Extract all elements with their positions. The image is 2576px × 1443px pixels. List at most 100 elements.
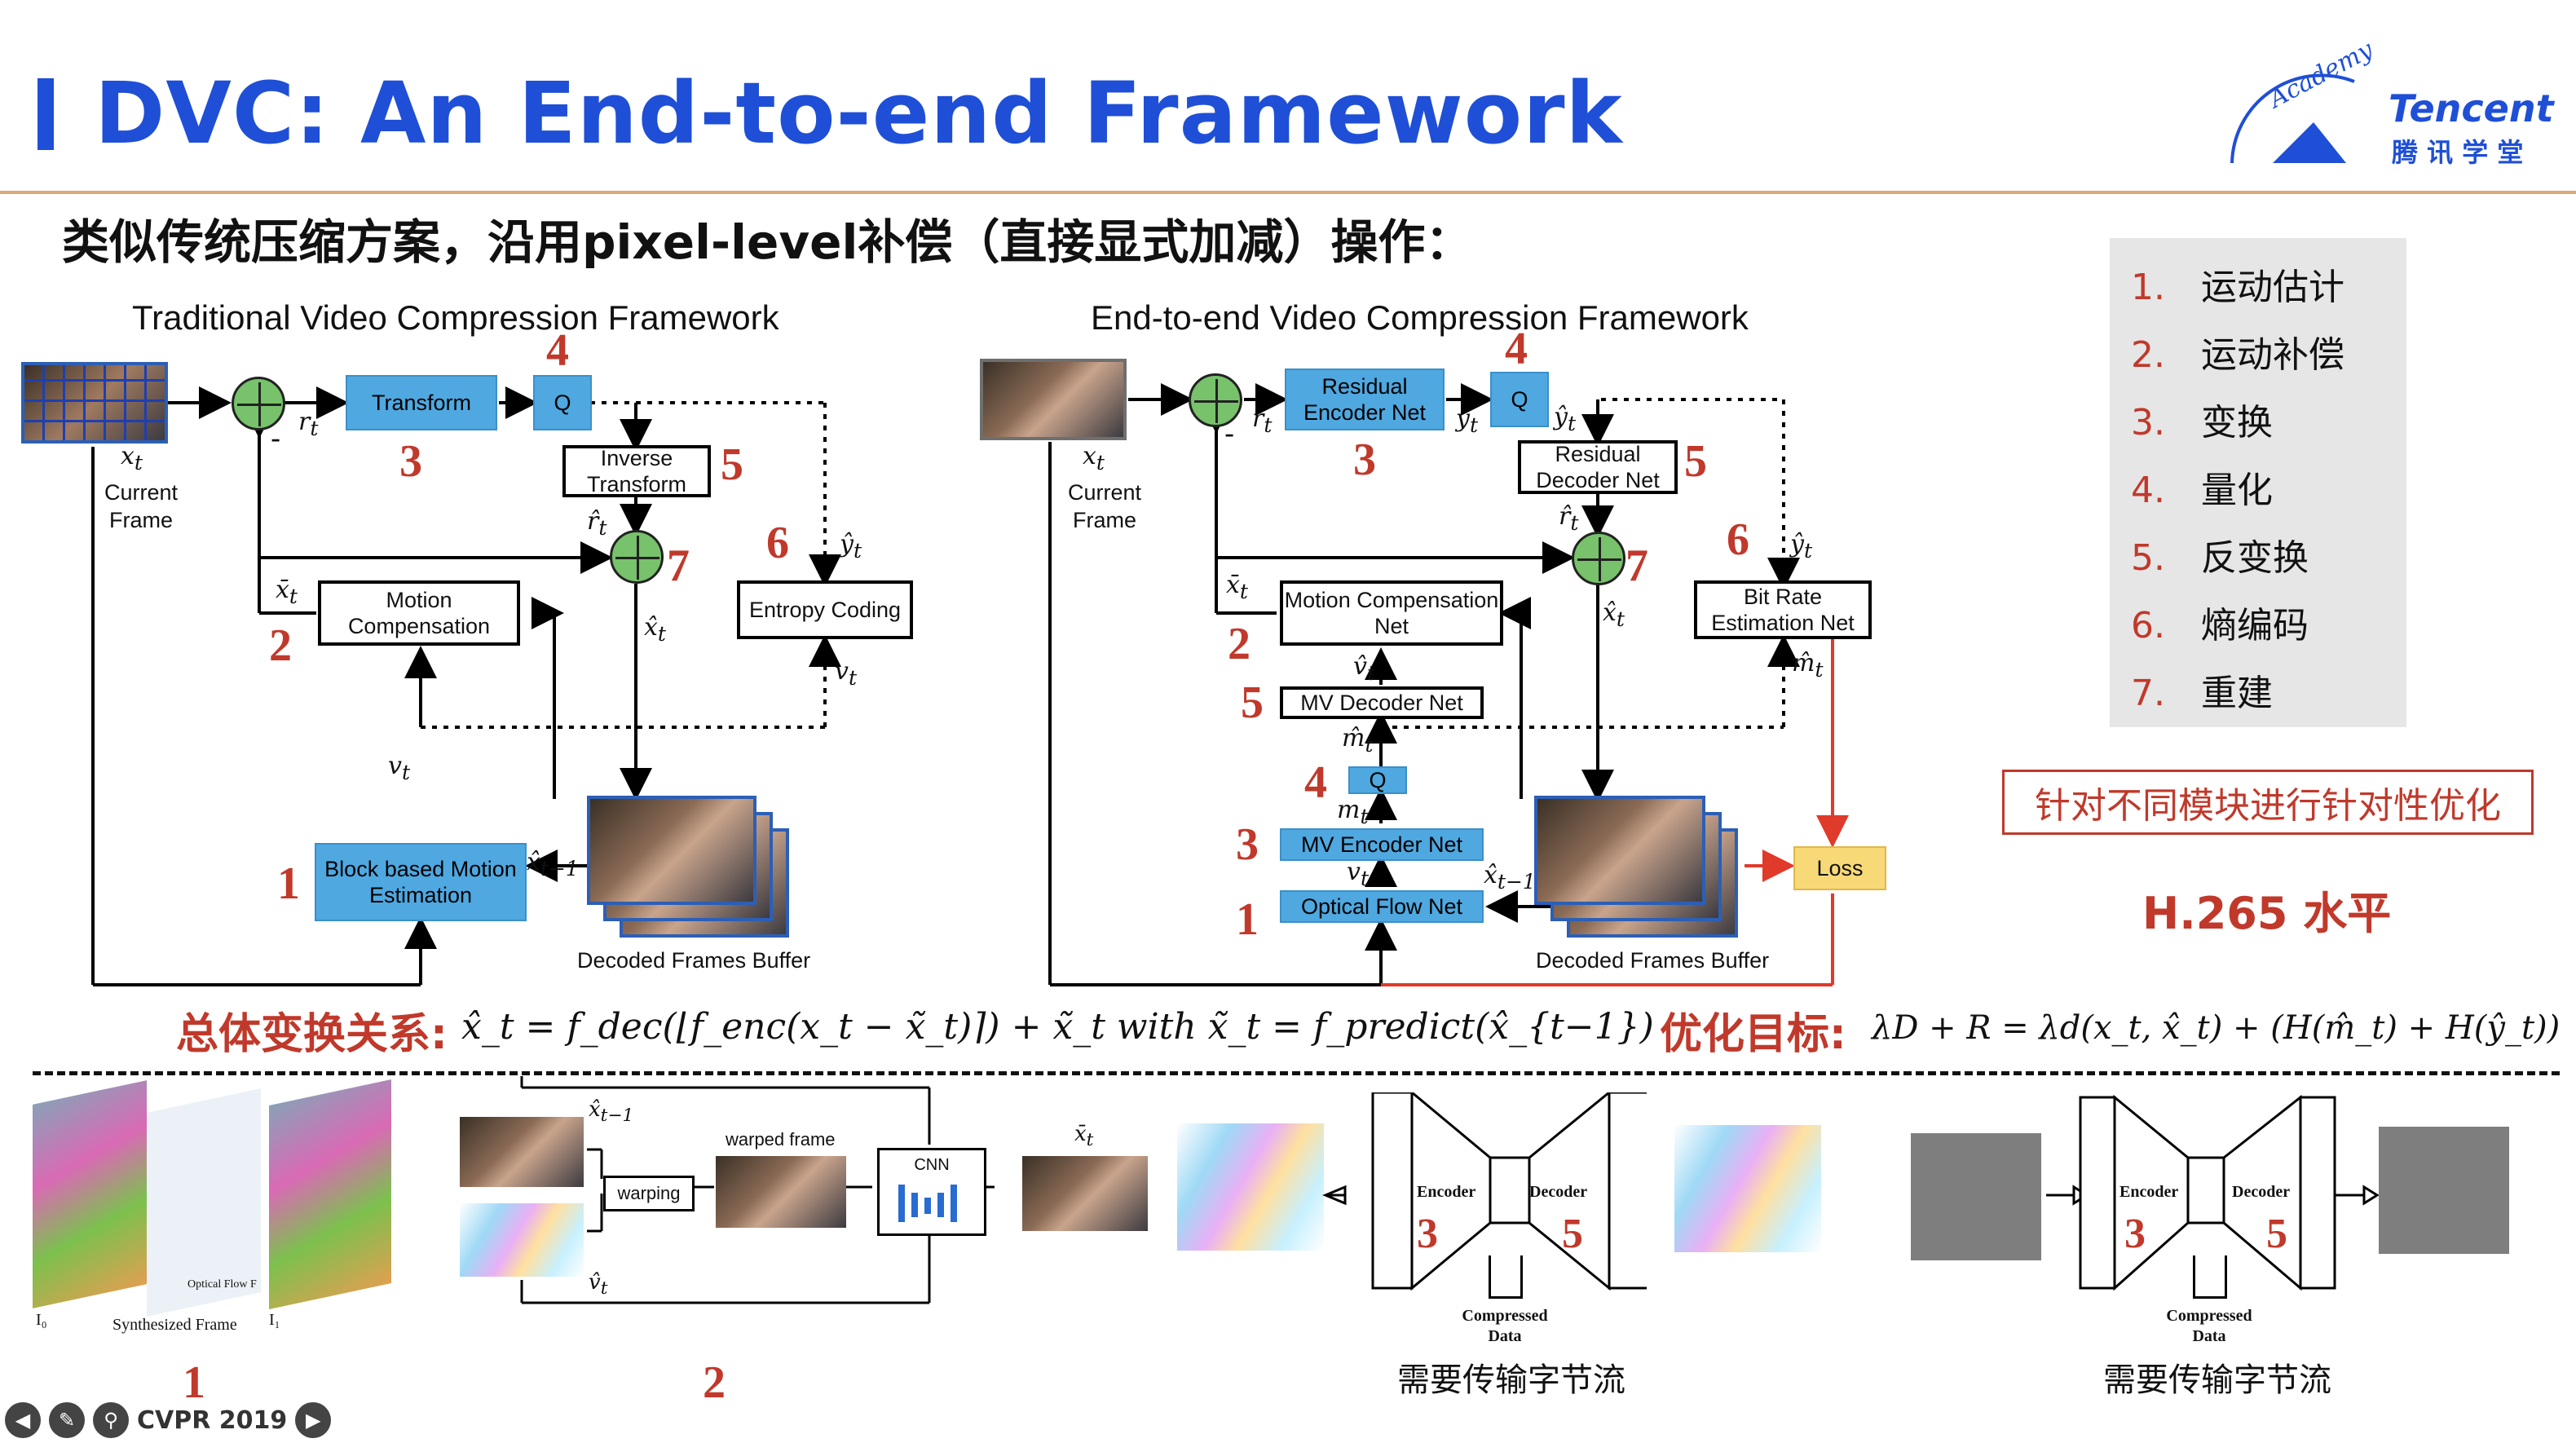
left-v-t-entropy-label: vt	[835, 657, 857, 690]
right-x-hat-label: x̂t	[1603, 598, 1625, 631]
residual-output-image	[2379, 1127, 2509, 1254]
left-step-5: 5	[721, 439, 743, 490]
left-x-bar-label: x̄t	[276, 576, 298, 608]
right-m-hat-label: m̂t	[1342, 724, 1374, 757]
flow-compressed-label: Compressed Data	[1462, 1307, 1548, 1345]
right-step-7: 7	[1625, 541, 1648, 591]
loss-box: Loss	[1793, 846, 1886, 890]
zoom-icon[interactable]: ⚲	[93, 1402, 129, 1438]
right-motion-compensation-box: Motion Compensation Net	[1280, 580, 1503, 646]
warping-box: warping	[603, 1176, 695, 1211]
left-quantize-box: Q	[533, 375, 592, 430]
bottom-synth-caption: Synthesized Frame	[112, 1316, 237, 1334]
left-step-1: 1	[277, 858, 300, 909]
cnn-layers-icon	[898, 1185, 957, 1222]
right-diagram-title: End-to-end Video Compression Framework	[1091, 298, 1749, 337]
right-step-3-mv: 3	[1236, 819, 1259, 870]
left-motion-compensation-box: Motion Compensation	[318, 580, 520, 646]
flow-down-arrow-icon	[1489, 1255, 1523, 1299]
right-bit-rate-box: Bit Rate Estimation Net	[1694, 580, 1872, 639]
warp-input-frame	[460, 1117, 584, 1187]
right-step-2: 2	[1228, 619, 1251, 669]
right-step-4: 4	[1505, 324, 1528, 374]
step-item-2: 2. 运动补偿	[2131, 334, 2344, 376]
right-buffer-label: Decoded Frames Buffer	[1536, 948, 1770, 973]
h265-level: H.265 水平	[2142, 888, 2392, 939]
goal-label: 优化目标:	[1660, 1010, 1846, 1059]
goal-expression: λD + R = λd(x_t, x̂_t) + (H(m̂_t) + H(ŷ_…	[1872, 1009, 2561, 1047]
right-residual-decoder-box: Residual Decoder Net	[1518, 440, 1678, 494]
left-x-hat-prev-label: x̂t−1	[527, 848, 579, 880]
prev-slide-icon[interactable]: ◀	[5, 1402, 41, 1438]
bottom-optical-flow-caption: Optical Flow F	[187, 1278, 257, 1291]
residual-down-arrow-icon	[2193, 1255, 2227, 1299]
left-buffer-frame-1	[587, 796, 756, 905]
cnn-label: CNN	[914, 1156, 950, 1174]
flow-input-image	[1177, 1123, 1324, 1251]
right-add-node	[1572, 532, 1625, 585]
right-buffer-frame-1	[1534, 796, 1705, 905]
warp-v-hat-label: v̂t	[589, 1270, 608, 1300]
right-minus-sign: -	[1224, 417, 1235, 451]
left-x-t-label: xt	[121, 442, 143, 474]
warped-frame-image	[716, 1156, 846, 1228]
right-step-6: 6	[1727, 514, 1749, 565]
left-buffer-label: Decoded Frames Buffer	[577, 948, 811, 973]
warp-output-x-bar-label: x̄t	[1074, 1122, 1094, 1151]
right-x-t-label: xt	[1083, 442, 1105, 474]
right-m-t-label: mt	[1337, 796, 1369, 828]
left-transform-box: Transform	[346, 375, 497, 430]
left-step-4: 4	[546, 325, 569, 376]
residual-decoder-label: Decoder	[2232, 1183, 2291, 1201]
right-residual-encoder-box: Residual Encoder Net	[1285, 368, 1445, 430]
cvpr-label: CVPR 2019	[137, 1405, 288, 1435]
right-step-5-mv: 5	[1241, 677, 1264, 728]
right-current-frame-label: Current Frame	[1067, 480, 1142, 532]
right-m-hat-bitrate-label: m̂t	[1792, 649, 1824, 682]
right-step-4-mv: 4	[1304, 757, 1327, 808]
left-inverse-transform-box: Inverse Transform	[562, 445, 711, 497]
right-y-t-label: yt	[1456, 404, 1478, 437]
warped-frame-label: warped frame	[726, 1129, 836, 1150]
right-mv-encoder-box: MV Encoder Net	[1280, 828, 1484, 861]
left-motion-estimation-box: Block based Motion Estimation	[315, 843, 527, 921]
right-x-bar-label: x̄t	[1226, 571, 1248, 603]
right-mv-decoder-box: MV Decoder Net	[1280, 686, 1484, 719]
bottom-frame-i1	[269, 1079, 391, 1309]
right-v-hat-label: v̂t	[1353, 652, 1375, 685]
left-step-2: 2	[269, 620, 292, 671]
flow-decoder-label: Decoder	[1529, 1183, 1588, 1201]
left-step-3: 3	[399, 436, 422, 487]
flow-step-5: 5	[1562, 1211, 1583, 1257]
left-step-7: 7	[667, 541, 690, 591]
right-step-5-top: 5	[1684, 436, 1707, 487]
right-y-hat-label: ŷt	[1790, 530, 1812, 563]
residual-input-image	[1911, 1133, 2041, 1260]
pen-icon[interactable]: ✎	[49, 1402, 85, 1438]
right-x-hat-prev-label: x̂t−1	[1484, 861, 1536, 894]
left-current-frame-image	[21, 362, 168, 443]
bottom-i0-label: I₀	[36, 1311, 47, 1329]
left-r-t-label: rt	[298, 408, 319, 440]
step-item-7: 7. 重建	[2131, 673, 2273, 714]
warp-flow-image	[460, 1203, 584, 1277]
bottom-i1-label: I₁	[269, 1311, 280, 1329]
left-y-hat-label: ŷt	[840, 530, 862, 563]
flow-bytes-caption: 需要传输字节流	[1397, 1361, 1625, 1399]
left-step-6: 6	[766, 518, 789, 568]
left-x-hat-label: x̂t	[644, 613, 666, 646]
next-slide-icon[interactable]: ▶	[295, 1402, 332, 1438]
presentation-toolbar: ◀ ✎ ⚲ CVPR 2019 ▶	[5, 1399, 332, 1441]
step-item-5: 5. 反变换	[2131, 537, 2309, 579]
residual-compressed-label: Compressed Data	[2166, 1307, 2252, 1345]
right-step-1: 1	[1236, 894, 1259, 945]
step-item-1: 1. 运动估计	[2131, 267, 2344, 308]
warp-x-hat-prev-label: x̂t−1	[589, 1097, 634, 1127]
optimization-note: 针对不同模块进行针对性优化	[2002, 770, 2534, 835]
residual-encoder-label: Encoder	[2119, 1183, 2179, 1201]
residual-step-5: 5	[2266, 1211, 2287, 1257]
flow-encoder-label: Encoder	[1417, 1183, 1476, 1201]
left-entropy-coding-box: Entropy Coding	[737, 580, 913, 639]
right-optical-flow-box: Optical Flow Net	[1280, 890, 1484, 923]
right-quantize-box: Q	[1490, 372, 1549, 427]
